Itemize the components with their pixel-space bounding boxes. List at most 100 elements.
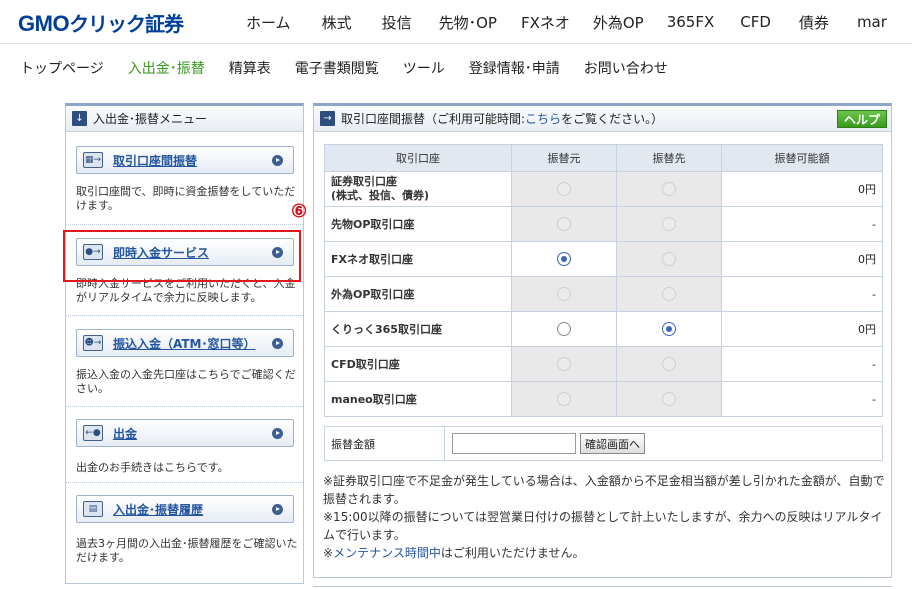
table-row: FXネオ取引口座 0円 <box>324 241 883 277</box>
gnav-365fx[interactable]: 365FX <box>667 13 715 31</box>
panel-title-pre: 取引口座間振替（ご利用可能時間: <box>341 112 526 126</box>
menu-section-bank-transfer: ☻→ 振込入金（ATM･窓口等） 振込入金の入金先口座はこちらでご確認ください。 <box>66 316 303 407</box>
radio-from <box>557 357 571 371</box>
atm-icon: ☻→ <box>83 335 103 351</box>
table-row: CFD取引口座 - <box>324 346 883 382</box>
table-row: 証券取引口座 (株式、投信、債券) 0円 <box>324 171 883 207</box>
available-amount: - <box>721 206 883 242</box>
withdraw-icon: ←● <box>83 425 103 441</box>
radio-cell-from <box>511 241 617 277</box>
col-account: 取引口座 <box>324 144 512 172</box>
gmo-click-logo[interactable]: GMO クリック証券 <box>18 8 184 36</box>
deposit-transfer-history-button[interactable]: ▤ 入出金･振替履歴 <box>76 495 294 523</box>
sub-nav: トップページ 入出金･振替 精算表 電子書類閲覧 ツール 登録情報･申請 お問い… <box>20 58 692 78</box>
radio-cell-to <box>616 241 722 277</box>
menu-description: 取引口座間で、即時に資金振替をしていただけます。 <box>76 185 296 212</box>
transfer-amount-input[interactable] <box>452 433 576 454</box>
available-amount: - <box>721 381 883 417</box>
history-icon: ▤ <box>83 501 103 517</box>
table-row: 外為OP取引口座 - <box>324 276 883 312</box>
maintenance-time-link[interactable]: メンテナンス時間中 <box>333 546 441 560</box>
menu-section-transfer: ▦→ 取引口座間振替 取引口座間で、即時に資金振替をしていただけます。 <box>66 133 303 225</box>
gnav-stock[interactable]: 株式 <box>322 12 352 33</box>
radio-to <box>662 182 676 196</box>
logo-gmo: GMO <box>18 11 70 36</box>
radio-cell-from <box>511 171 617 207</box>
menu-description: 振込入金の入金先口座はこちらでご確認ください。 <box>76 368 296 395</box>
radio-from[interactable] <box>557 252 571 266</box>
account-name: 証券取引口座 (株式、投信、債券) <box>324 171 512 207</box>
account-name: FXネオ取引口座 <box>324 241 512 277</box>
menu-section-withdraw: ←● 出金 出金のお手続きはこちらです。 <box>66 407 303 483</box>
menu-title: 入出金･振替メニュー <box>93 112 208 126</box>
subnav-documents[interactable]: 電子書類閲覧 <box>295 58 379 78</box>
radio-cell-from <box>511 276 617 312</box>
radio-cell-from <box>511 381 617 417</box>
chevron-down-icon: ↓ <box>72 111 87 126</box>
radio-from[interactable] <box>557 322 571 336</box>
logo-click: クリック証券 <box>69 12 184 36</box>
table-header-row: 取引口座 振替元 振替先 振替可能額 <box>324 144 883 172</box>
deposit-transfer-menu: ↓ 入出金･振替メニュー ▦→ 取引口座間振替 取引口座間で、即時に資金振替をし… <box>65 103 304 584</box>
transfer-icon: ▦→ <box>83 152 103 168</box>
radio-cell-from <box>511 206 617 242</box>
table-row: くりっく365取引口座 0円 <box>324 311 883 347</box>
subnav-deposit-transfer[interactable]: 入出金･振替 <box>128 58 205 78</box>
radio-from <box>557 182 571 196</box>
subnav-statement[interactable]: 精算表 <box>229 58 271 78</box>
bank-transfer-deposit-button[interactable]: ☻→ 振込入金（ATM･窓口等） <box>76 329 294 357</box>
step-marker: ⑥ <box>291 201 308 222</box>
radio-cell-from <box>511 346 617 382</box>
confirm-screen-button[interactable]: 確認画面へ <box>580 433 645 454</box>
menu-button-label: 出金 <box>113 426 138 441</box>
gnav-futures-op[interactable]: 先物･OP <box>439 12 497 33</box>
subnav-top[interactable]: トップページ <box>20 58 104 78</box>
account-name: CFD取引口座 <box>324 346 512 382</box>
gnav-fund[interactable]: 投信 <box>382 12 412 33</box>
col-to: 振替先 <box>616 144 722 172</box>
gnav-fx-neo[interactable]: FXネオ <box>521 12 570 33</box>
gnav-bond[interactable]: 債券 <box>799 12 829 33</box>
notes: ※証券取引口座で不足金が発生している場合は、入金額から不足金相当額が差し引かれた… <box>323 472 889 562</box>
available-amount: 0円 <box>721 171 883 207</box>
menu-button-label: 入出金･振替履歴 <box>113 502 204 517</box>
gnav-cfd[interactable]: CFD <box>740 13 771 31</box>
transfer-amount-label: 振替金額 <box>325 427 445 460</box>
subnav-tools[interactable]: ツール <box>403 58 445 78</box>
account-name: 外為OP取引口座 <box>324 276 512 312</box>
radio-from <box>557 287 571 301</box>
menu-title-bar: ↓ 入出金･振替メニュー <box>66 106 303 132</box>
account-name: maneo取引口座 <box>324 381 512 417</box>
arrow-right-icon <box>272 503 283 515</box>
note-shortfall: ※証券取引口座で不足金が発生している場合は、入金額から不足金相当額が差し引かれた… <box>323 474 885 506</box>
radio-to <box>662 392 676 406</box>
available-amount: - <box>721 346 883 382</box>
panel-title-bar: → 取引口座間振替（ご利用可能時間: こちら をご覧ください。） ヘルプ <box>314 106 891 132</box>
subnav-registration[interactable]: 登録情報･申請 <box>469 58 560 78</box>
note-maintenance-post: はご利用いただけません。 <box>440 546 585 560</box>
menu-section-history: ▤ 入出金･振替履歴 過去3ヶ月間の入出金･振替履歴をご確認いただけます。 <box>66 483 303 584</box>
table-row: 先物OP取引口座 - <box>324 206 883 242</box>
global-nav: ホーム 株式 投信 先物･OP FXネオ 外為OP 365FX CFD 債券 m… <box>246 0 887 44</box>
panel-title-post: をご覧ください。） <box>561 112 664 126</box>
available-amount: 0円 <box>721 311 883 347</box>
table-row: maneo取引口座 - <box>324 381 883 417</box>
withdraw-button[interactable]: ←● 出金 <box>76 419 294 447</box>
radio-to <box>662 252 676 266</box>
gnav-fx-op[interactable]: 外為OP <box>593 12 644 33</box>
transfer-between-accounts-button[interactable]: ▦→ 取引口座間振替 <box>76 146 294 174</box>
radio-to <box>662 287 676 301</box>
gnav-maneo[interactable]: mar <box>857 13 887 31</box>
menu-button-label: 取引口座間振替 <box>113 153 198 168</box>
available-hours-link[interactable]: こちら <box>525 110 561 127</box>
available-amount: - <box>721 276 883 312</box>
divider <box>313 586 892 587</box>
radio-to[interactable] <box>662 322 676 336</box>
gnav-home[interactable]: ホーム <box>246 12 291 33</box>
arrow-right-icon <box>272 337 283 349</box>
help-button[interactable]: ヘルプ <box>837 110 887 128</box>
available-amount: 0円 <box>721 241 883 277</box>
menu-button-label: 振込入金（ATM･窓口等） <box>113 336 256 351</box>
subnav-contact[interactable]: お問い合わせ <box>584 58 668 78</box>
note-maintenance-pre: ※ <box>323 546 334 560</box>
